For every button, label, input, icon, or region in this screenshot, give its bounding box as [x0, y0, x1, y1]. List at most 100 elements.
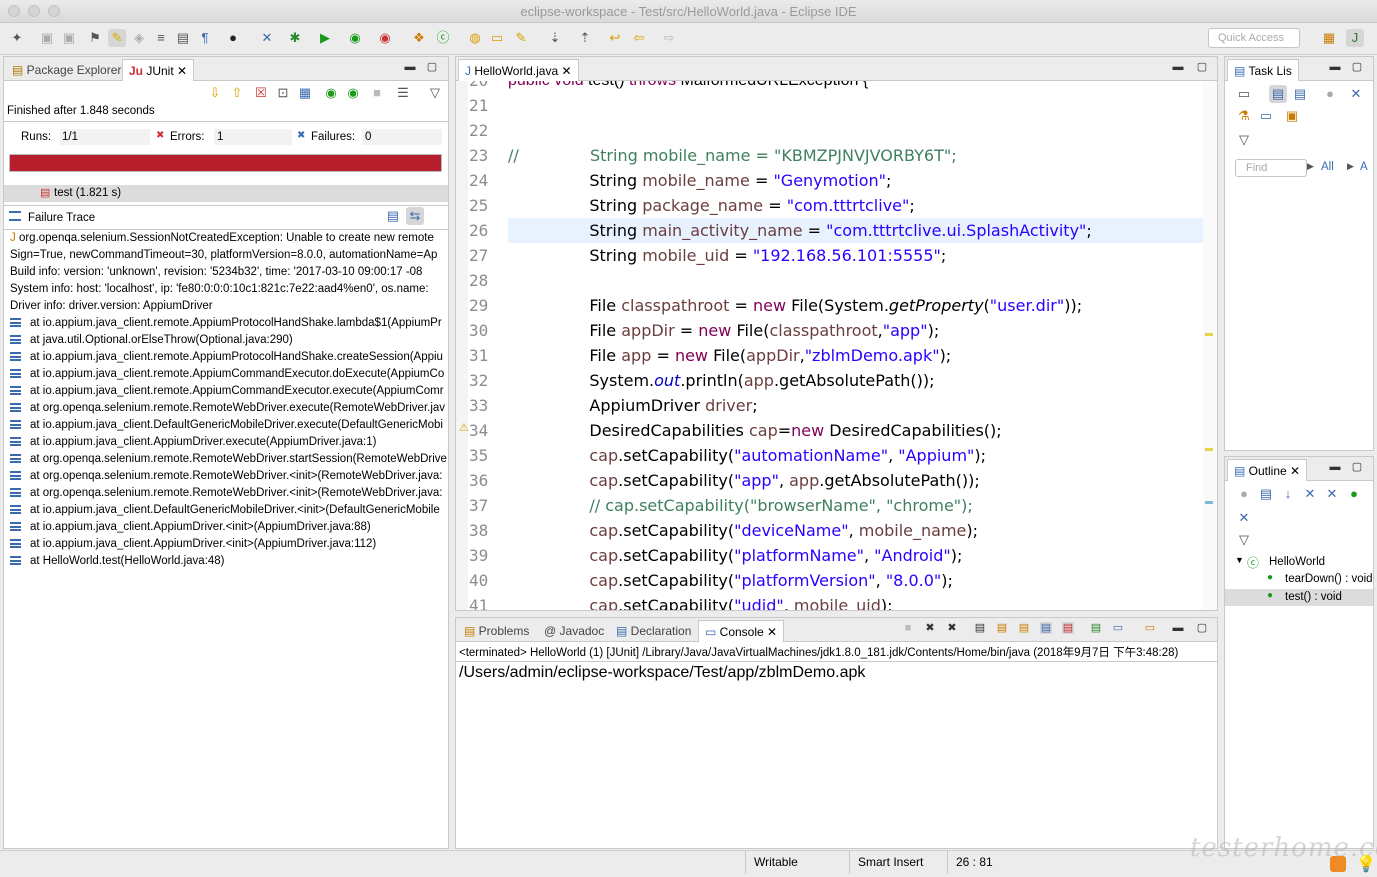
find-input[interactable]: Find: [1235, 159, 1307, 177]
clear-console-icon[interactable]: ▤: [974, 622, 986, 634]
sort-icon[interactable]: ↓: [1279, 485, 1297, 503]
stack-frame[interactable]: at java.util.Optional.orElseThrow(Option…: [10, 332, 450, 349]
tab-problems[interactable]: ▤ Problems: [458, 620, 535, 642]
hide-fields-icon[interactable]: ✕: [1301, 485, 1319, 503]
all-filter-link[interactable]: All: [1321, 161, 1334, 173]
collapse-icon[interactable]: ▤: [1257, 485, 1275, 503]
view-menu-icon[interactable]: ▽: [1235, 131, 1253, 149]
maximize-icon[interactable]: ▢: [1351, 61, 1363, 73]
open-type-icon[interactable]: ◍: [466, 29, 484, 47]
rss-icon[interactable]: [1330, 856, 1346, 872]
scroll-lock-icon[interactable]: ▤: [996, 622, 1008, 634]
rerun-icon[interactable]: ◉: [322, 84, 340, 102]
tab-package-explorer[interactable]: ▤ Package Explorer: [6, 59, 127, 81]
pin-console-icon[interactable]: ▤: [1090, 622, 1102, 634]
scroll-lock-icon[interactable]: ⊡: [274, 84, 292, 102]
history-icon[interactable]: ☰: [394, 84, 412, 102]
rerun-failed-icon[interactable]: ◉: [344, 84, 362, 102]
stack-frame[interactable]: at org.openqa.selenium.remote.RemoteWebD…: [10, 400, 450, 417]
save-all-icon[interactable]: ▣: [60, 29, 78, 47]
categorized-icon[interactable]: ▤: [1269, 85, 1287, 103]
activate-filter-link[interactable]: A: [1360, 161, 1368, 173]
stack-frame[interactable]: at org.openqa.selenium.remote.RemoteWebD…: [10, 485, 450, 502]
next-annotation-icon[interactable]: ⇣: [546, 29, 564, 47]
open-console-icon[interactable]: ▭: [1144, 622, 1156, 634]
code-line[interactable]: 22: [456, 118, 1217, 143]
tab-outline[interactable]: ▤ Outline ✕: [1227, 459, 1308, 481]
run-icon[interactable]: ▶: [316, 29, 334, 47]
compare-result-icon[interactable]: ⇆: [406, 207, 424, 225]
code-line[interactable]: 24 String mobile_name = "Genymotion";: [456, 168, 1217, 193]
terminate-icon[interactable]: ■: [902, 622, 914, 634]
maximize-icon[interactable]: ▢: [1196, 622, 1208, 634]
stack-frame[interactable]: at io.appium.java_client.AppiumDriver.<i…: [10, 536, 450, 553]
code-line[interactable]: 25 String package_name = "com.tttrtclive…: [456, 193, 1217, 218]
tab-console[interactable]: ▭ Console ✕: [698, 620, 785, 642]
show-on-error-icon[interactable]: ▤: [1062, 622, 1074, 634]
new-class-icon[interactable]: ⓒ: [434, 29, 452, 47]
code-line[interactable]: 38 cap.setCapability("deviceName", mobil…: [456, 518, 1217, 543]
warning-marker[interactable]: [1205, 448, 1213, 451]
code-area[interactable]: 20public void test() throws MalformedURL…: [456, 81, 1217, 610]
code-line[interactable]: 31 File app = new File(appDir,"zblmDemo.…: [456, 343, 1217, 368]
save-icon[interactable]: ▣: [38, 29, 56, 47]
test-item-row[interactable]: ▤ test (1.821 s): [4, 185, 448, 202]
close-tab-icon[interactable]: ✕: [1290, 464, 1300, 478]
close-tab-icon[interactable]: ✕: [562, 64, 572, 78]
tab-junit[interactable]: Ju JUnit ✕: [122, 59, 195, 81]
show-failures-only-icon[interactable]: ☒: [252, 84, 270, 102]
maximize-icon[interactable]: ▢: [1351, 461, 1363, 473]
minimize-icon[interactable]: ▬: [404, 61, 416, 73]
stop-icon[interactable]: ■: [368, 84, 386, 102]
tip-icon[interactable]: 💡: [1356, 854, 1376, 874]
open-task-icon[interactable]: ⚑: [86, 29, 104, 47]
stack-frame[interactable]: at io.appium.java_client.remote.AppiumPr…: [10, 349, 450, 366]
coverage-icon[interactable]: ◉: [346, 29, 364, 47]
code-line[interactable]: 37 // cap.setCapability("browserName", "…: [456, 493, 1217, 518]
close-tab-icon[interactable]: ✕: [767, 625, 777, 639]
code-line[interactable]: 40 cap.setCapability("platformVersion", …: [456, 568, 1217, 593]
hide-nonpublic-icon[interactable]: ●: [1345, 485, 1363, 503]
code-line[interactable]: 29 File classpathroot = new File(System.…: [456, 293, 1217, 318]
stack-frame[interactable]: at org.openqa.selenium.remote.RemoteWebD…: [10, 451, 450, 468]
code-line[interactable]: 32 System.out.println(app.getAbsolutePat…: [456, 368, 1217, 393]
trace-message-line[interactable]: J org.openqa.selenium.SessionNotCreatedE…: [10, 230, 450, 247]
stack-frame[interactable]: at io.appium.java_client.AppiumDriver.ex…: [10, 434, 450, 451]
code-line[interactable]: 33 AppiumDriver driver;: [456, 393, 1217, 418]
warning-marker[interactable]: [1205, 333, 1213, 336]
code-line[interactable]: 26 String main_activity_name = "com.tttr…: [469, 218, 1203, 243]
new-icon[interactable]: ✦: [8, 29, 26, 47]
new-java-project-icon[interactable]: ❖: [410, 29, 428, 47]
trace-message-line[interactable]: Build info: version: 'unknown', revision…: [10, 264, 450, 281]
outline-item[interactable]: tearDown() : void: [1285, 573, 1373, 585]
code-line[interactable]: 36 cap.setCapability("app", app.getAbsol…: [456, 468, 1217, 493]
view-menu-icon[interactable]: ▽: [1235, 531, 1253, 549]
skip-breakpoints-icon[interactable]: ✕: [258, 29, 276, 47]
java-perspective-icon[interactable]: J: [1346, 29, 1364, 47]
minimize-icon[interactable]: ▬: [1329, 61, 1341, 73]
code-line[interactable]: 35 cap.setCapability("automationName", "…: [456, 443, 1217, 468]
back-icon[interactable]: ⇦: [630, 29, 648, 47]
close-tab-icon[interactable]: ✕: [177, 64, 187, 78]
external-tools-icon[interactable]: ◉: [376, 29, 394, 47]
stack-frame[interactable]: at org.openqa.selenium.remote.RemoteWebD…: [10, 468, 450, 485]
quick-access-input[interactable]: Quick Access: [1208, 28, 1300, 48]
code-line[interactable]: 23 // String mobile_name = "KBMZPJNVJVORB…: [456, 143, 1217, 168]
debug-icon[interactable]: ✱: [286, 29, 304, 47]
code-line[interactable]: 30 File appDir = new File(classpathroot,…: [456, 318, 1217, 343]
code-line[interactable]: 39 cap.setCapability("platformName", "An…: [456, 543, 1217, 568]
previous-annotation-icon[interactable]: ⇡: [576, 29, 594, 47]
stack-frame[interactable]: at io.appium.java_client.DefaultGenericM…: [10, 417, 450, 434]
block-selection-icon[interactable]: ◈: [130, 29, 148, 47]
show-on-output-icon[interactable]: ▤: [1040, 622, 1052, 634]
remove-all-icon[interactable]: ✖: [946, 622, 958, 634]
scheduled-icon[interactable]: ▤: [1291, 85, 1309, 103]
open-folder-icon[interactable]: ▭: [488, 29, 506, 47]
expand-icon[interactable]: ▼: [1235, 555, 1244, 565]
console-output[interactable]: /Users/admin/eclipse-workspace/Test/app/…: [459, 664, 865, 682]
focus-icon[interactable]: ●: [1235, 485, 1253, 503]
show-source-icon[interactable]: ▤: [174, 29, 192, 47]
toggle-mark-icon[interactable]: ✎: [108, 29, 126, 47]
word-wrap-icon[interactable]: ▤: [1018, 622, 1030, 634]
focus-icon[interactable]: ▭: [1257, 107, 1275, 125]
